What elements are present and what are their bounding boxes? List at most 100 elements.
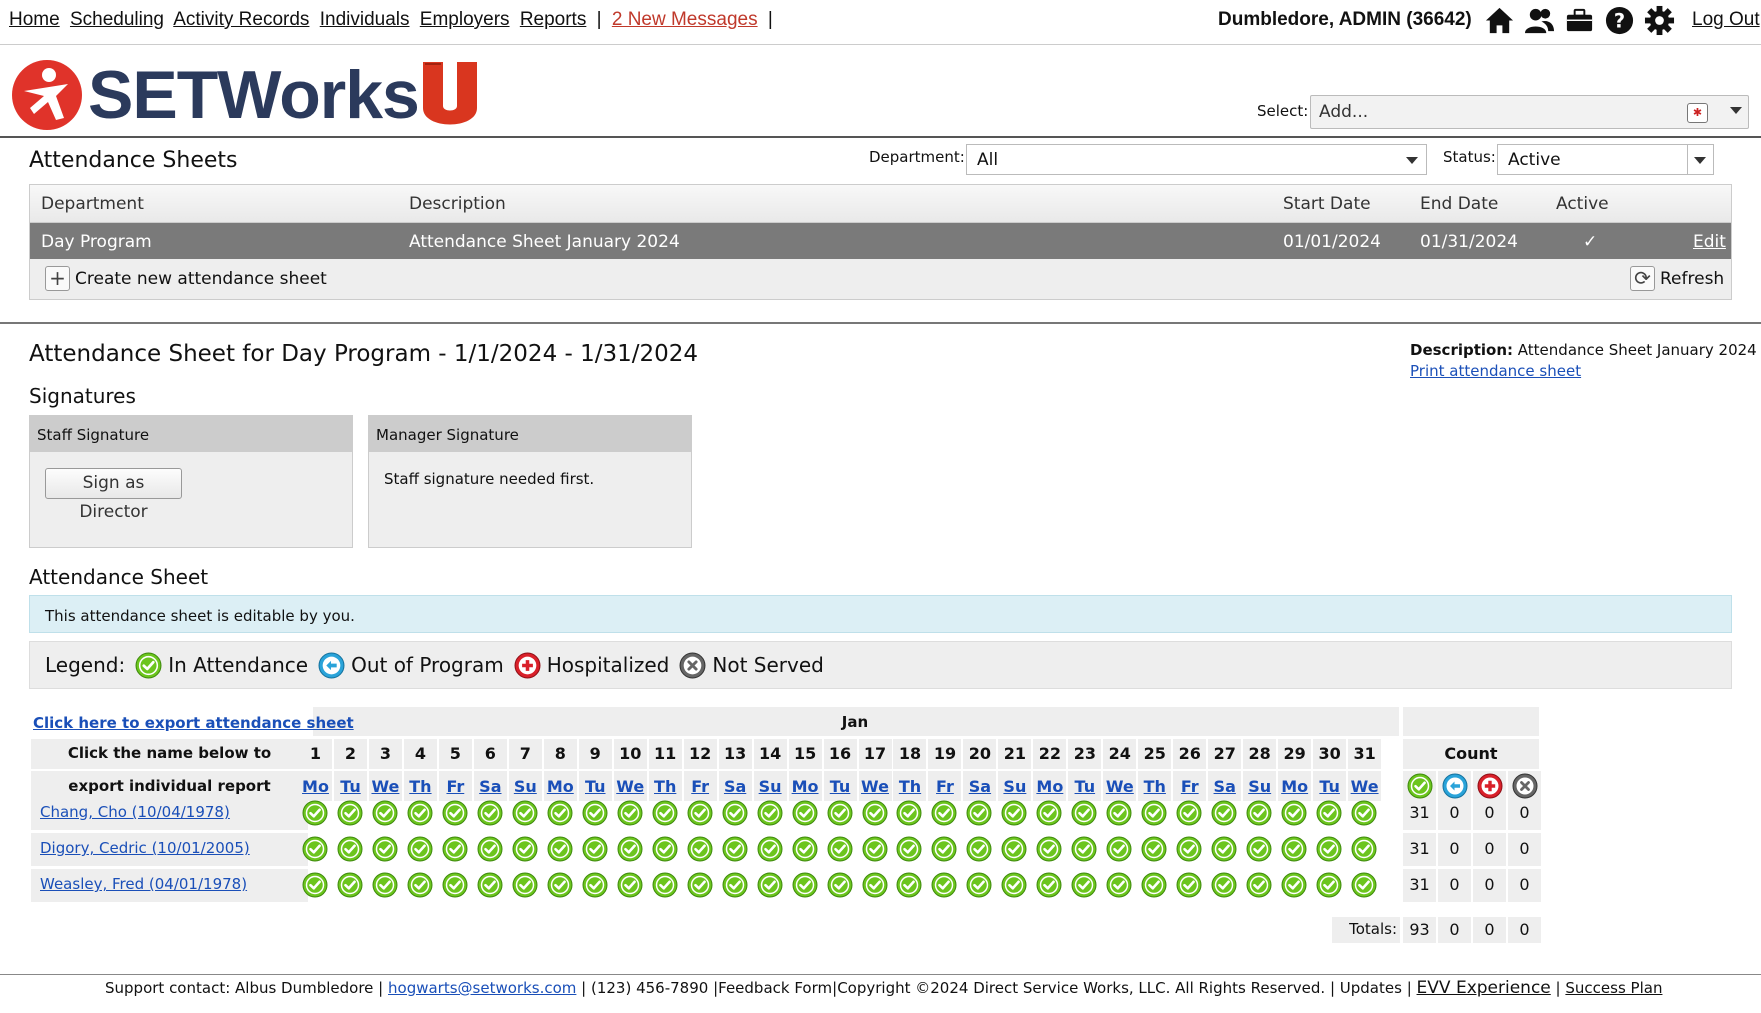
weekday-link[interactable]: Tu: [824, 777, 857, 796]
status-dropdown-button[interactable]: [1687, 145, 1713, 174]
logout-link[interactable]: Log Out: [1692, 9, 1760, 31]
in-attendance-icon[interactable]: [1001, 800, 1027, 826]
in-attendance-icon[interactable]: [896, 872, 922, 898]
create-sheet-link[interactable]: Create new attendance sheet: [75, 269, 327, 289]
in-attendance-icon[interactable]: [302, 836, 328, 862]
in-attendance-icon[interactable]: [582, 836, 608, 862]
in-attendance-icon[interactable]: [442, 872, 468, 898]
in-attendance-icon[interactable]: [1281, 836, 1307, 862]
in-attendance-icon[interactable]: [757, 872, 783, 898]
plus-icon[interactable]: +: [45, 266, 70, 291]
weekday-link[interactable]: Tu: [1068, 777, 1101, 796]
weekday-link[interactable]: Th: [404, 777, 437, 796]
weekday-link[interactable]: Su: [754, 777, 787, 796]
in-attendance-icon[interactable]: [512, 836, 538, 862]
in-attendance-icon[interactable]: [407, 800, 433, 826]
refresh-button[interactable]: Refresh: [1660, 269, 1724, 289]
weekday-link[interactable]: We: [614, 777, 647, 796]
individual-link[interactable]: Digory, Cedric (10/01/2005): [40, 839, 250, 857]
col-active[interactable]: Active: [1556, 194, 1609, 214]
in-attendance-icon[interactable]: [442, 800, 468, 826]
in-attendance-icon[interactable]: [722, 836, 748, 862]
in-attendance-icon[interactable]: [1176, 800, 1202, 826]
updates-link[interactable]: Updates: [1340, 979, 1402, 997]
setworks-logo[interactable]: SETWorks: [10, 56, 479, 134]
individual-card-icon[interactable]: ✱: [1687, 103, 1708, 123]
in-attendance-icon[interactable]: [547, 800, 573, 826]
in-attendance-icon[interactable]: [1071, 836, 1097, 862]
home-icon[interactable]: [1484, 5, 1515, 36]
in-attendance-icon[interactable]: [1036, 800, 1062, 826]
in-attendance-icon[interactable]: [1211, 872, 1237, 898]
in-attendance-icon[interactable]: [617, 836, 643, 862]
in-attendance-icon[interactable]: [477, 836, 503, 862]
in-attendance-icon[interactable]: [862, 872, 888, 898]
in-attendance-icon[interactable]: [687, 872, 713, 898]
weekday-link[interactable]: Mo: [544, 777, 577, 796]
weekday-link[interactable]: Su: [998, 777, 1031, 796]
in-attendance-icon[interactable]: [1106, 836, 1132, 862]
weekday-link[interactable]: Mo: [789, 777, 822, 796]
nav-reports[interactable]: Reports: [520, 9, 587, 30]
count-hospitalized-icon[interactable]: [1477, 773, 1503, 799]
in-attendance-icon[interactable]: [1176, 872, 1202, 898]
in-attendance-icon[interactable]: [512, 872, 538, 898]
in-attendance-icon[interactable]: [896, 800, 922, 826]
weekday-link[interactable]: Su: [509, 777, 542, 796]
in-attendance-icon[interactable]: [827, 872, 853, 898]
weekday-link[interactable]: Fr: [928, 777, 961, 796]
col-department[interactable]: Department: [41, 194, 144, 214]
in-attendance-icon[interactable]: [966, 836, 992, 862]
in-attendance-icon[interactable]: [617, 872, 643, 898]
in-attendance-icon[interactable]: [1316, 872, 1342, 898]
in-attendance-icon[interactable]: [337, 800, 363, 826]
in-attendance-icon[interactable]: [407, 872, 433, 898]
gear-icon[interactable]: [1644, 5, 1675, 36]
weekday-link[interactable]: Sa: [963, 777, 996, 796]
in-attendance-icon[interactable]: [1036, 872, 1062, 898]
department-select[interactable]: All: [966, 144, 1427, 175]
in-attendance-icon[interactable]: [1001, 836, 1027, 862]
in-attendance-icon[interactable]: [862, 800, 888, 826]
in-attendance-icon[interactable]: [547, 872, 573, 898]
in-attendance-icon[interactable]: [1316, 800, 1342, 826]
in-attendance-icon[interactable]: [792, 836, 818, 862]
in-attendance-icon[interactable]: [302, 800, 328, 826]
nav-messages[interactable]: 2 New Messages: [612, 9, 758, 30]
weekday-link[interactable]: Tu: [334, 777, 367, 796]
in-attendance-icon[interactable]: [1106, 800, 1132, 826]
col-start-date[interactable]: Start Date: [1283, 194, 1371, 214]
in-attendance-icon[interactable]: [582, 800, 608, 826]
in-attendance-icon[interactable]: [372, 872, 398, 898]
weekday-link[interactable]: We: [859, 777, 892, 796]
in-attendance-icon[interactable]: [337, 836, 363, 862]
in-attendance-icon[interactable]: [862, 836, 888, 862]
weekday-link[interactable]: Sa: [474, 777, 507, 796]
individual-link[interactable]: Weasley, Fred (04/01/1978): [40, 875, 247, 893]
weekday-link[interactable]: Fr: [439, 777, 472, 796]
weekday-link[interactable]: Mo: [299, 777, 332, 796]
in-attendance-icon[interactable]: [1071, 800, 1097, 826]
in-attendance-icon[interactable]: [1141, 872, 1167, 898]
weekday-link[interactable]: Fr: [1173, 777, 1206, 796]
weekday-link[interactable]: Fr: [684, 777, 717, 796]
nav-employers[interactable]: Employers: [420, 9, 510, 30]
in-attendance-icon[interactable]: [931, 836, 957, 862]
weekday-link[interactable]: We: [1103, 777, 1136, 796]
count-in-attendance-icon[interactable]: [1407, 773, 1433, 799]
weekday-link[interactable]: Mo: [1033, 777, 1066, 796]
in-attendance-icon[interactable]: [1316, 836, 1342, 862]
people-icon[interactable]: [1524, 5, 1555, 36]
in-attendance-icon[interactable]: [477, 872, 503, 898]
weekday-link[interactable]: Th: [1138, 777, 1171, 796]
nav-individuals[interactable]: Individuals: [320, 9, 410, 30]
in-attendance-icon[interactable]: [372, 800, 398, 826]
briefcase-icon[interactable]: [1564, 5, 1595, 36]
in-attendance-icon[interactable]: [931, 872, 957, 898]
in-attendance-icon[interactable]: [1036, 836, 1062, 862]
in-attendance-icon[interactable]: [652, 836, 678, 862]
in-attendance-icon[interactable]: [757, 836, 783, 862]
in-attendance-icon[interactable]: [1106, 872, 1132, 898]
in-attendance-icon[interactable]: [1246, 872, 1272, 898]
in-attendance-icon[interactable]: [1246, 836, 1272, 862]
